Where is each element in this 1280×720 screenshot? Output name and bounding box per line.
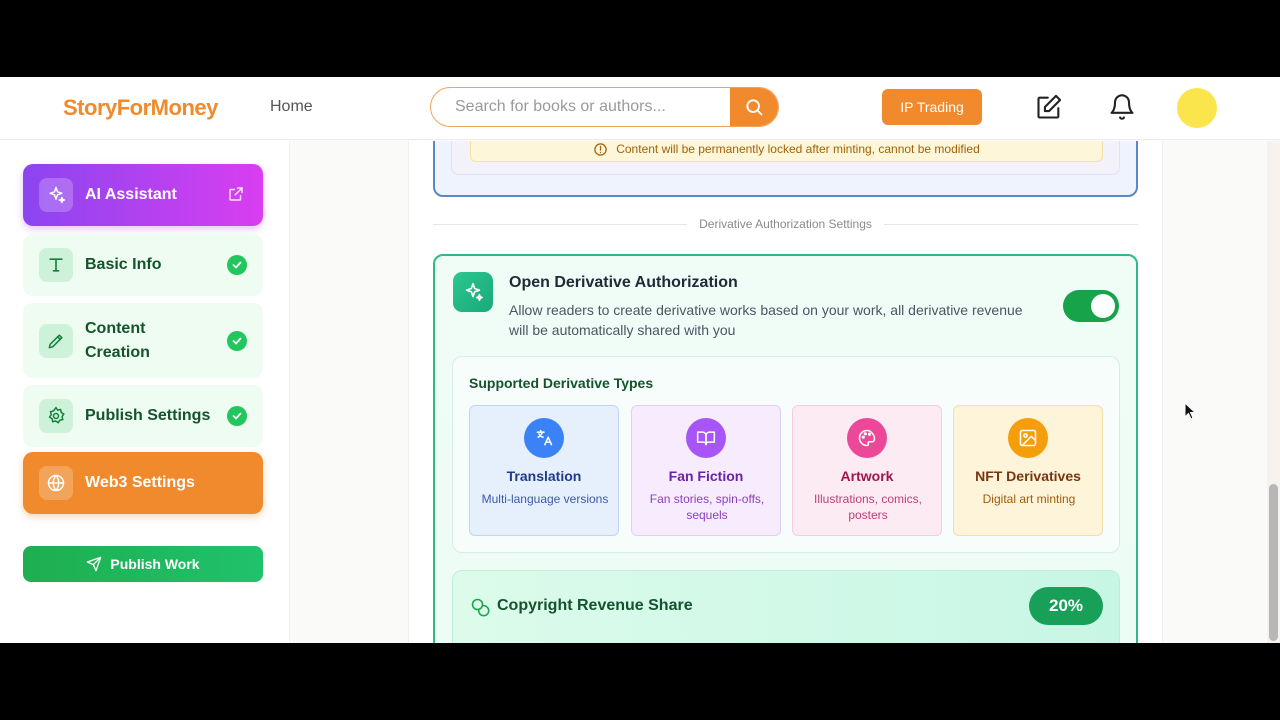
lock-warning: Content will be permanently locked after… — [470, 141, 1103, 162]
sidebar-item-content-creation[interactable]: Content Creation — [23, 303, 263, 378]
check-icon — [227, 330, 247, 351]
sidebar-item-label: Basic Info — [85, 256, 162, 273]
revenue-share-panel: Copyright Revenue Share 20% — [452, 570, 1120, 643]
main-content: Content will be permanently locked after… — [408, 141, 1163, 643]
type-desc: Digital art minting — [982, 492, 1076, 506]
publish-work-button[interactable]: Publish Work — [23, 546, 263, 582]
types-title: Supported Derivative Types — [469, 375, 654, 391]
mint-settings-box: Content will be permanently locked after… — [433, 141, 1138, 197]
search-icon — [746, 99, 763, 116]
sidebar-item-label: AI Assistant — [85, 186, 177, 203]
type-name: Artwork — [840, 468, 894, 484]
sidebar-item-basic-info[interactable]: Basic Info — [23, 234, 263, 296]
sidebar-item-label: Publish Settings — [85, 407, 211, 424]
sparkles-icon — [39, 178, 73, 212]
type-card-artwork[interactable]: Artwork Illustrations, comics, posters — [792, 405, 942, 536]
type-desc: Fan stories, spin-offs, sequels — [649, 492, 765, 522]
type-name: Translation — [506, 468, 582, 484]
derivative-title: Open Derivative Authorization — [509, 274, 738, 291]
image-icon — [1008, 418, 1048, 458]
derivative-toggle[interactable] — [1063, 290, 1119, 322]
divider-label: Derivative Authorization Settings — [699, 217, 872, 231]
bell-icon — [1110, 94, 1134, 120]
ip-trading-button[interactable]: IP Trading — [882, 89, 982, 125]
mint-settings-inner: Content will be permanently locked after… — [451, 141, 1120, 175]
notifications-button[interactable] — [1106, 91, 1138, 123]
mouse-cursor-icon — [1184, 402, 1196, 420]
derivative-description: Allow readers to create derivative works… — [509, 302, 1023, 338]
type-desc: Multi-language versions — [481, 492, 609, 506]
sparkles-icon — [453, 272, 493, 312]
type-card-nft-derivatives[interactable]: NFT Derivatives Digital art minting — [953, 405, 1103, 536]
sidebar-item-publish-settings[interactable]: Publish Settings — [23, 385, 263, 447]
lock-warning-text: Content will be permanently locked after… — [616, 142, 980, 156]
revenue-share-title: Copyright Revenue Share — [497, 597, 693, 614]
search-button[interactable] — [730, 88, 778, 126]
sidebar-item-web3-settings[interactable]: Web3 Settings — [23, 452, 263, 514]
check-icon — [227, 406, 247, 426]
translate-icon — [524, 418, 564, 458]
edit-button[interactable] — [1033, 91, 1065, 123]
coins-icon — [470, 597, 490, 622]
book-open-icon — [686, 418, 726, 458]
type-name: Fan Fiction — [668, 468, 744, 484]
scrollbar-thumb[interactable] — [1269, 484, 1278, 641]
text-icon — [39, 248, 73, 282]
user-avatar[interactable] — [1177, 88, 1217, 128]
derivative-types-panel: Supported Derivative Types Translation M… — [452, 356, 1120, 553]
revenue-share-badge: 20% — [1029, 587, 1103, 625]
send-icon — [87, 556, 102, 572]
external-link-icon — [227, 185, 247, 205]
type-card-translation[interactable]: Translation Multi-language versions — [469, 405, 619, 536]
toggle-knob — [1091, 294, 1115, 318]
sidebar: AI Assistant Basic Info Content Creation — [0, 141, 290, 643]
top-header: StoryForMoney Home IP Trading — [0, 77, 1280, 140]
pen-tool-icon — [39, 323, 73, 358]
search-input[interactable] — [431, 88, 731, 125]
app-window: StoryForMoney Home IP Trading AI Assista… — [0, 77, 1280, 643]
search-bar — [430, 87, 779, 127]
info-icon — [594, 142, 607, 156]
sidebar-item-label: Web3 Settings — [85, 474, 195, 491]
derivative-authorization-card: Open Derivative Authorization Allow read… — [433, 254, 1138, 643]
nav-home-link[interactable]: Home — [270, 98, 313, 116]
logo[interactable]: StoryForMoney — [63, 95, 218, 121]
edit-icon — [1037, 94, 1062, 119]
type-desc: Illustrations, comics, posters — [813, 492, 923, 522]
publish-work-label: Publish Work — [110, 556, 200, 572]
check-icon — [227, 255, 247, 275]
gear-icon — [39, 399, 73, 433]
type-name: NFT Derivatives — [975, 468, 1081, 484]
palette-icon — [847, 418, 887, 458]
globe-icon — [39, 466, 73, 500]
section-divider: Derivative Authorization Settings — [433, 214, 1139, 234]
sidebar-item-ai-assistant[interactable]: AI Assistant — [23, 164, 263, 226]
type-card-fan-fiction[interactable]: Fan Fiction Fan stories, spin-offs, sequ… — [631, 405, 781, 536]
sidebar-item-label: Content Creation — [85, 319, 150, 361]
